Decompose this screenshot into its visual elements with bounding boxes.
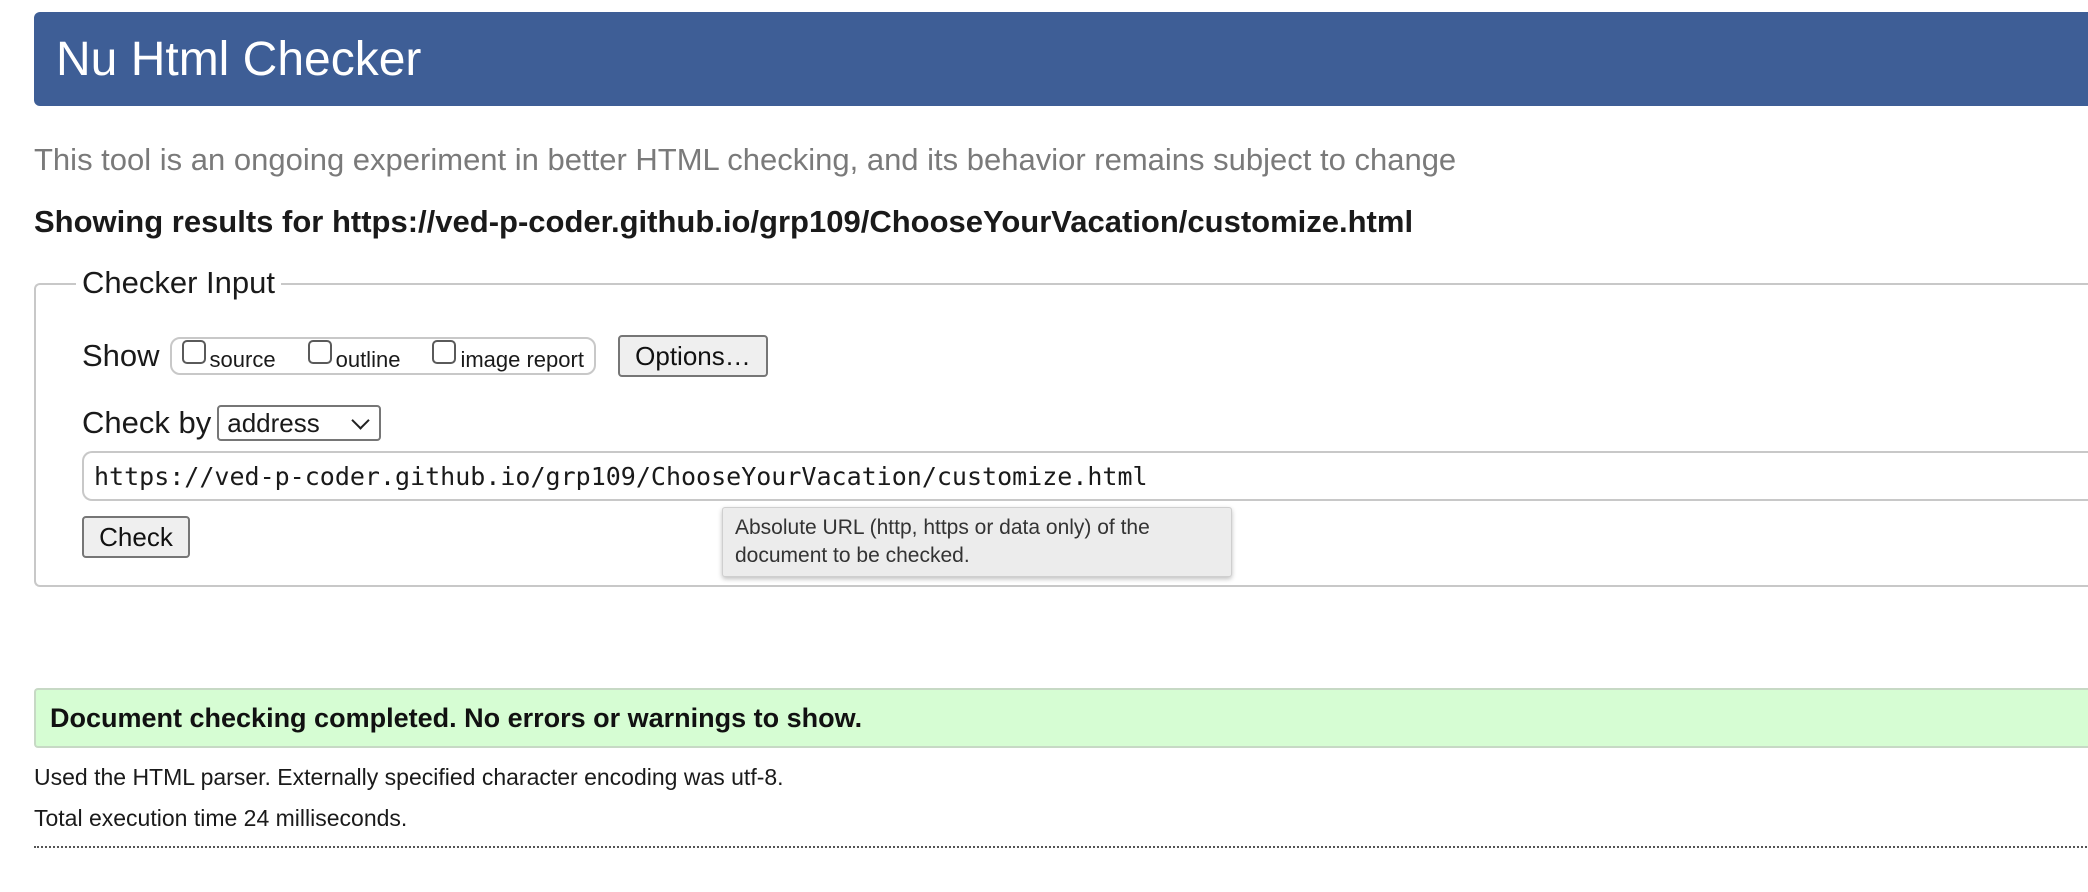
page-header: Nu Html Checker bbox=[34, 12, 2088, 106]
page-title: Nu Html Checker bbox=[56, 32, 422, 86]
source-label[interactable]: source bbox=[210, 347, 276, 373]
check-by-select[interactable]: address bbox=[217, 405, 382, 441]
source-checkbox[interactable] bbox=[181, 340, 206, 364]
dotted-divider bbox=[34, 846, 2088, 848]
show-outline-option[interactable]: outline bbox=[307, 339, 401, 373]
outline-checkbox[interactable] bbox=[307, 340, 332, 364]
options-button[interactable]: Options… bbox=[617, 335, 768, 377]
check-by-selected-value[interactable]: address bbox=[227, 408, 320, 439]
parser-info: Used the HTML parser. Externally specifi… bbox=[34, 764, 784, 790]
check-by-row: Check by address bbox=[82, 405, 382, 441]
tagline: This tool is an ongoing experiment in be… bbox=[34, 142, 1457, 177]
success-message: Document checking completed. No errors o… bbox=[34, 688, 2088, 748]
outline-label[interactable]: outline bbox=[336, 347, 401, 373]
execution-time-info: Total execution time 24 milliseconds. bbox=[34, 805, 408, 831]
image-report-checkbox[interactable] bbox=[432, 340, 457, 364]
show-label: Show bbox=[82, 338, 160, 373]
show-options-group: source outline image report bbox=[169, 337, 596, 375]
show-source-option[interactable]: source bbox=[181, 339, 276, 373]
checker-input-legend: Checker Input bbox=[76, 265, 281, 301]
results-heading: Showing results for https://ved-p-coder.… bbox=[34, 204, 1414, 239]
url-tooltip: Absolute URL (http, https or data only) … bbox=[722, 507, 1232, 577]
check-button[interactable]: Check bbox=[82, 516, 190, 558]
show-row: Show source outline image report Options… bbox=[82, 335, 768, 377]
url-input[interactable] bbox=[82, 451, 2088, 501]
chevron-down-icon[interactable] bbox=[351, 410, 370, 430]
check-by-label: Check by bbox=[82, 405, 212, 440]
image-report-label[interactable]: image report bbox=[460, 347, 584, 373]
show-image-report-option[interactable]: image report bbox=[432, 339, 584, 373]
